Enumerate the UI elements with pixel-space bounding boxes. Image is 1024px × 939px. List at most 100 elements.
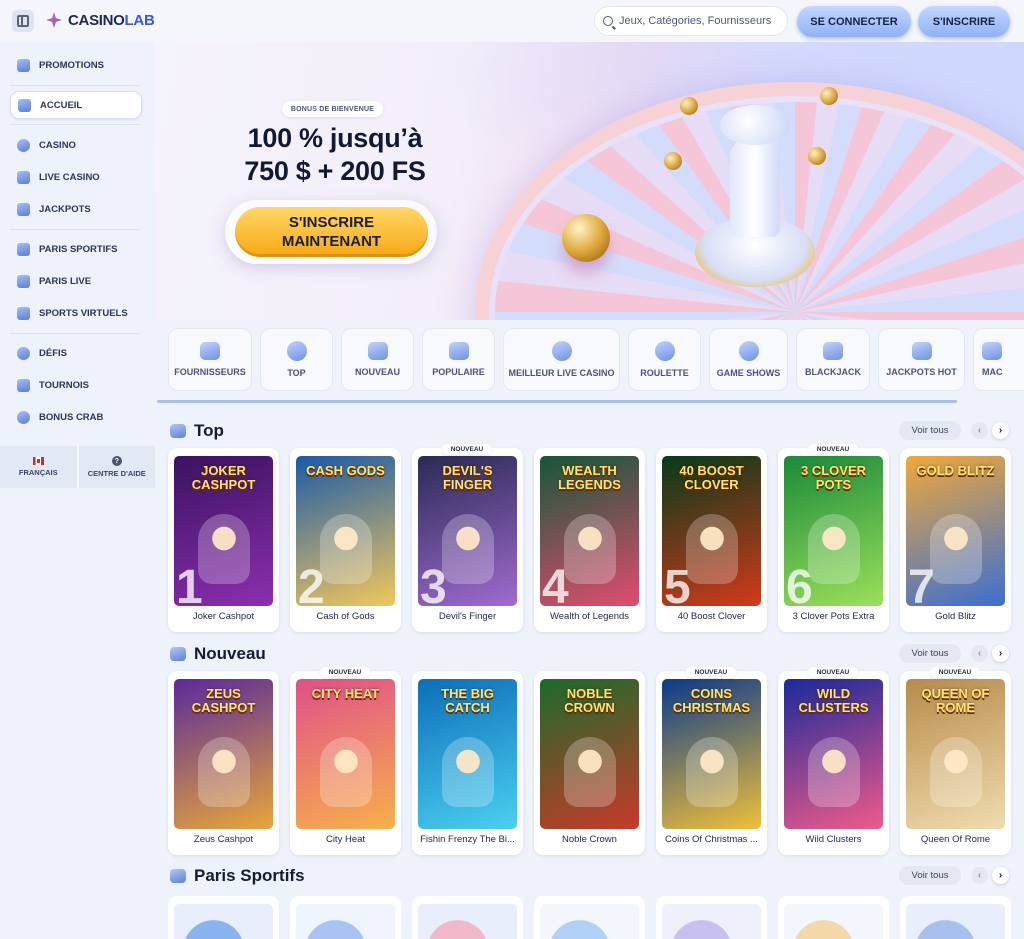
sports-card[interactable] — [168, 896, 279, 939]
help-center-button[interactable]: ? CENTRE D'AIDE — [76, 446, 155, 488]
game-card[interactable]: CITY HEAT NOUVEAU City Heat — [290, 667, 401, 855]
game-card[interactable]: THE BIG CATCH Fishin Frenzy The Bi... — [412, 671, 523, 855]
scrollbar-thumb[interactable] — [157, 400, 957, 403]
game-thumbnail-title: WEALTH LEGENDS — [558, 463, 621, 492]
sidebar-item-accueil[interactable]: ACCUEIL — [10, 91, 142, 119]
sports-card[interactable] — [778, 896, 889, 939]
sidebar-item-label: TOURNOIS — [39, 379, 89, 391]
sidebar-item-bonus-crab[interactable]: BONUS CRAB — [10, 403, 142, 431]
game-thumbnail: NOBLE CROWN — [540, 679, 639, 829]
category-game-shows[interactable]: GAME SHOWS — [709, 328, 788, 391]
game-thumbnail-title: 40 BOOST CLOVER — [679, 463, 744, 492]
new-badge: NOUVEAU — [320, 667, 370, 678]
sidebar-item-casino[interactable]: CASINO — [10, 131, 142, 159]
jackpot-icon — [17, 202, 30, 216]
live-bet-icon — [17, 274, 30, 288]
sidebar-item-live-casino[interactable]: LIVE CASINO — [10, 163, 142, 191]
game-card[interactable]: QUEEN OF ROME NOUVEAU Queen Of Rome — [900, 667, 1011, 855]
prev-arrow-button[interactable]: ‹ — [971, 867, 988, 884]
sports-card[interactable] — [534, 896, 645, 939]
next-arrow-button[interactable]: › — [992, 645, 1009, 662]
sidebar-item-paris-live[interactable]: PARIS LIVE — [10, 267, 142, 295]
sidebar-toggle-button[interactable] — [12, 10, 34, 32]
game-card[interactable]: NOBLE CROWN Noble Crown — [534, 671, 645, 855]
register-now-button[interactable]: S'INSCRIRE MAINTENANT — [235, 207, 428, 257]
funnel-icon — [200, 342, 220, 360]
category-populaire[interactable]: POPULAIRE — [422, 328, 495, 391]
game-card[interactable]: WEALTH LEGENDS 4 Wealth of Legends — [534, 448, 645, 632]
see-all-top-button[interactable]: Voir tous — [899, 421, 961, 440]
category-nouveau[interactable]: NOUVEAU — [341, 328, 414, 391]
sports-thumbnail — [906, 904, 1005, 939]
sidebar-item-label: CASINO — [39, 139, 76, 151]
category-blackjack[interactable]: BLACKJACK — [796, 328, 870, 391]
game-rank: 3 — [420, 561, 447, 607]
new-badge: NOUVEAU — [686, 667, 736, 678]
logo-star-icon — [44, 10, 64, 30]
category-fournisseurs[interactable]: FOURNISSEURS — [168, 328, 252, 391]
game-card[interactable]: GOLD BLITZ 7 Gold Blitz — [900, 448, 1011, 632]
sports-card[interactable] — [656, 896, 767, 939]
sidebar-item-paris-sportifs[interactable]: PARIS SPORTIFS — [10, 235, 142, 263]
badge-icon — [286, 341, 307, 361]
sidebar-item-jackpots[interactable]: JACKPOTS — [10, 195, 142, 223]
sidebar-item-promotions[interactable]: PROMOTIONS — [10, 51, 142, 79]
sidebar-item-sports-virtuels[interactable]: SPORTS VIRTUELS — [10, 299, 142, 327]
game-thumbnail-title: THE BIG CATCH — [441, 686, 494, 715]
welcome-banner[interactable]: BONUS DE BIENVENUE 100 % jusqu’à 750 $ +… — [155, 42, 1024, 320]
trophy-icon — [17, 378, 30, 392]
language-selector[interactable]: FRANÇAIS — [0, 446, 77, 488]
game-card[interactable]: 3 CLOVER POTS 6 NOUVEAU 3 Clover Pots Extra — [778, 444, 889, 632]
prev-arrow-button[interactable]: ‹ — [971, 645, 988, 662]
section-title-text: Nouveau — [194, 644, 266, 663]
next-arrow-button[interactable]: › — [992, 422, 1009, 439]
category-scrollbar[interactable] — [157, 400, 957, 403]
sports-card[interactable] — [900, 896, 1011, 939]
ticket-icon — [170, 869, 186, 883]
game-thumbnail-title: WILD CLUSTERS — [798, 686, 869, 715]
signup-button[interactable]: S'INSCRIRE — [918, 6, 1010, 37]
game-name: Wild Clusters — [805, 834, 862, 845]
game-name: Cash of Gods — [316, 611, 375, 622]
game-name: City Heat — [325, 834, 366, 845]
category-top[interactable]: TOP — [260, 328, 333, 391]
sidebar-item-label: LIVE CASINO — [39, 171, 100, 183]
game-rank: 4 — [542, 561, 569, 607]
game-card[interactable]: WILD CLUSTERS NOUVEAU Wild Clusters — [778, 667, 889, 855]
see-all-sports-button[interactable]: Voir tous — [899, 866, 961, 885]
sports-card[interactable] — [412, 896, 523, 939]
new-badge: NOUVEAU — [442, 444, 492, 455]
game-card[interactable]: DEVIL'S FINGER 3 NOUVEAU Devil's Finger — [412, 444, 523, 632]
category-meilleur-live-casino[interactable]: MEILLEUR LIVE CASINO — [503, 328, 620, 391]
login-button[interactable]: SE CONNECTER — [797, 6, 911, 37]
casino-logo[interactable]: CASINOLAB — [44, 10, 155, 30]
coins-icon — [911, 342, 932, 360]
game-card[interactable]: CASH GODS 2 Cash of Gods — [290, 448, 401, 632]
badge-icon — [170, 424, 186, 438]
see-all-new-button[interactable]: Voir tous — [899, 644, 961, 663]
game-card[interactable]: 40 BOOST CLOVER 5 40 Boost Clover — [656, 448, 767, 632]
category-jackpots-hot[interactable]: JACKPOTS HOT — [878, 328, 965, 391]
game-card[interactable]: JOKER CASHPOT 1 Joker Cashpot — [168, 448, 279, 632]
game-name: 40 Boost Clover — [677, 611, 746, 622]
sidebar-item-defis[interactable]: DÉFIS — [10, 339, 142, 367]
sports-card[interactable] — [290, 896, 401, 939]
crab-icon — [17, 410, 30, 424]
chevron-left-icon: ‹ — [977, 425, 982, 436]
prev-arrow-button[interactable]: ‹ — [971, 422, 988, 439]
sidebar-item-tournois[interactable]: TOURNOIS — [10, 371, 142, 399]
game-thumbnail: ZEUS CASHPOT — [174, 679, 273, 829]
live-icon — [17, 170, 30, 184]
game-card[interactable]: ZEUS CASHPOT Zeus Cashpot — [168, 671, 279, 855]
search-icon — [603, 16, 613, 26]
language-label: FRANÇAIS — [18, 468, 58, 477]
sidebar-item-label: PARIS LIVE — [39, 275, 92, 287]
next-arrow-button[interactable]: › — [992, 867, 1009, 884]
game-thumbnail-title: QUEEN OF ROME — [921, 686, 990, 715]
game-rank: 1 — [176, 561, 203, 607]
category-roulette[interactable]: ROULETTE — [628, 328, 701, 391]
search-input[interactable]: Jeux, Catégories, Fournisseurs — [594, 6, 788, 36]
sidebar-divider — [10, 85, 140, 86]
category-more[interactable]: MAC — [973, 328, 1024, 391]
game-card[interactable]: COINS CHRISTMAS NOUVEAU Coins Of Christmas… — [656, 667, 767, 855]
